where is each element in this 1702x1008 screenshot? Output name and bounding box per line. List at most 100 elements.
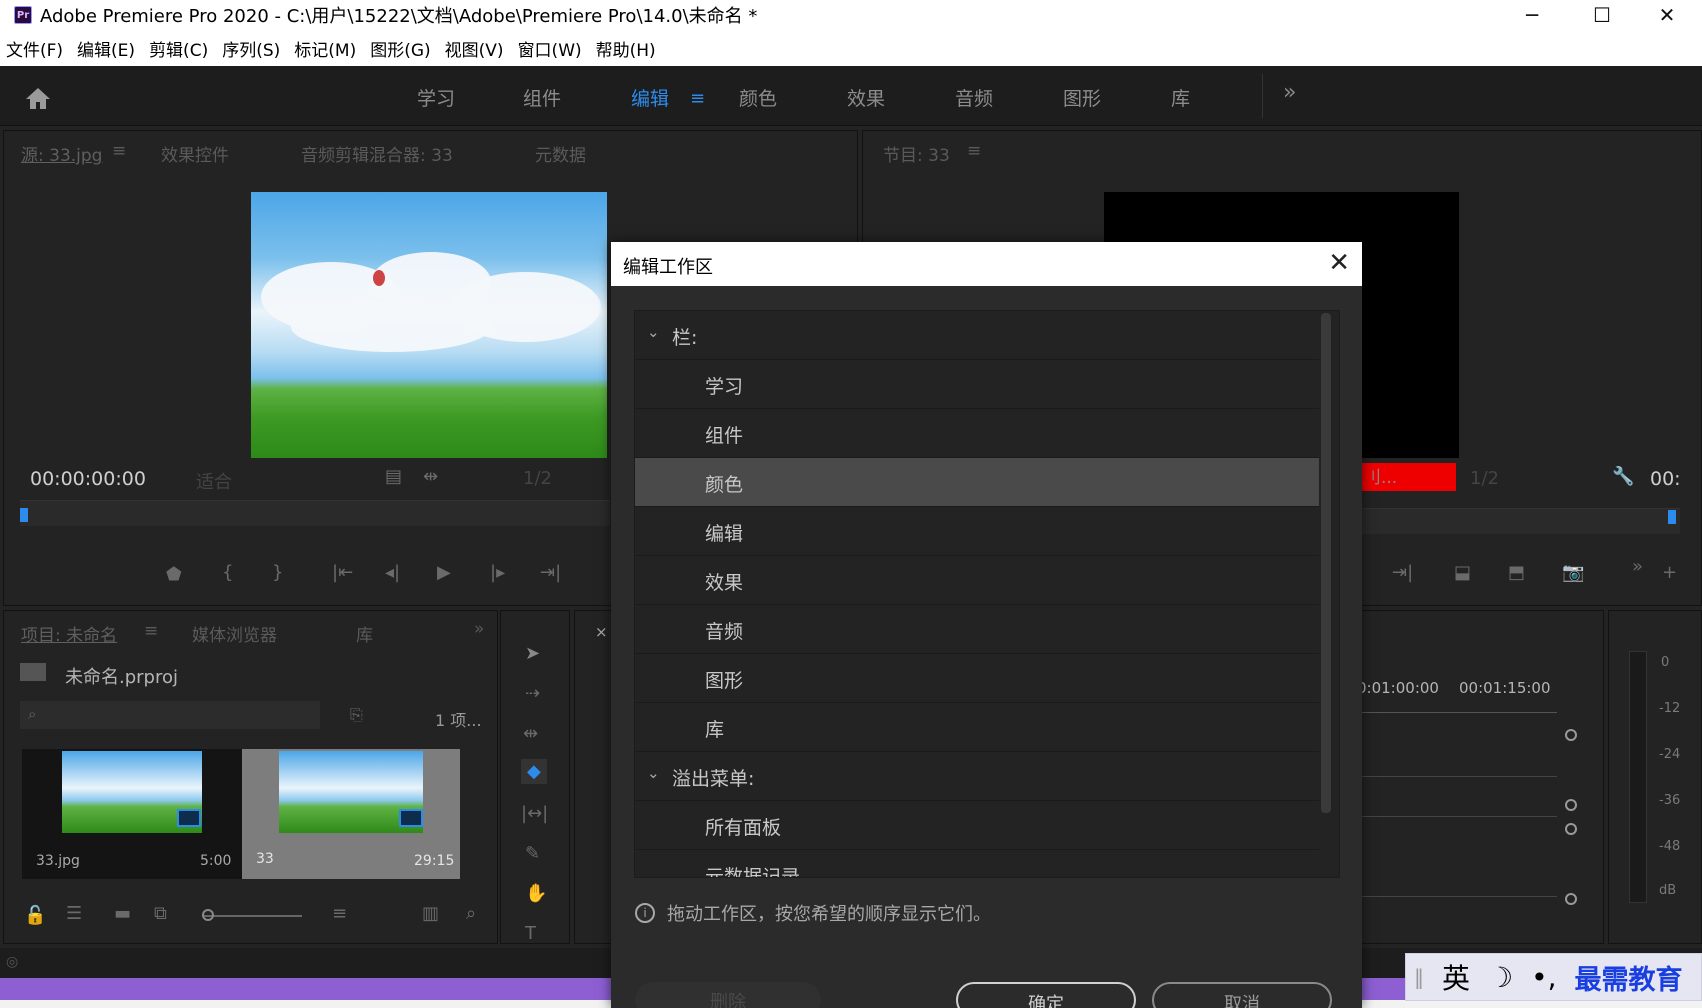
find-icon[interactable]: ⎘ [350, 705, 363, 725]
add-button-icon[interactable]: + [1662, 562, 1677, 583]
home-icon[interactable] [24, 86, 52, 110]
scroll-handle-icon[interactable] [1565, 729, 1577, 741]
source-resolution-dropdown[interactable]: 1/2 [523, 468, 552, 489]
slip-tool-icon[interactable]: |↔| [521, 803, 548, 824]
workspace-list-item[interactable]: 效果 [635, 556, 1319, 605]
menu-view[interactable]: 视图(V) [445, 36, 504, 61]
ime-language-toggle[interactable]: 英 [1442, 957, 1470, 997]
maximize-button[interactable]: ☐ [1567, 0, 1637, 30]
menu-help[interactable]: 帮助(H) [596, 36, 656, 61]
tab-media-browser[interactable]: 媒体浏览器 [192, 621, 277, 646]
tab-libraries[interactable]: 库 [356, 621, 373, 646]
project-item-card[interactable]: 33 29:15 [242, 749, 460, 879]
scroll-handle-icon[interactable] [1565, 799, 1577, 811]
ok-button[interactable]: 确定 [956, 982, 1136, 1008]
minimize-button[interactable]: ─ [1497, 0, 1567, 30]
go-to-out-icon[interactable]: ⇥| [540, 562, 561, 583]
workspace-tab-graphics[interactable]: 图形 [1063, 84, 1101, 111]
export-frame-icon[interactable]: 📷 [1562, 562, 1584, 583]
list-view-icon[interactable]: ☰ [66, 903, 82, 924]
find-panel-icon[interactable]: ⌕ [466, 903, 476, 924]
program-tab-menu-icon[interactable]: ≡ [967, 141, 981, 161]
source-playhead[interactable] [20, 508, 28, 522]
workspace-tab-color[interactable]: 颜色 [739, 84, 777, 111]
workspace-list-item-selected[interactable]: 颜色 [635, 458, 1319, 507]
tab-effect-controls[interactable]: 效果控件 [161, 141, 229, 166]
ime-handle-icon[interactable]: ‖ [1414, 965, 1424, 989]
play-icon[interactable]: ▶ [437, 562, 451, 583]
razor-tool-icon[interactable]: ◆ [521, 759, 547, 784]
section-header-overflow[interactable]: ⌄ 溢出菜单: [635, 752, 1319, 801]
go-to-in-icon[interactable]: |⇤ [332, 562, 353, 583]
pen-tool-icon[interactable]: ✎ [525, 843, 540, 864]
selection-tool-icon[interactable]: ➤ [525, 643, 540, 664]
program-more-icon[interactable]: » [1632, 556, 1643, 577]
zoom-slider[interactable] [202, 915, 302, 917]
tab-source[interactable]: 源: 33.jpg [21, 141, 102, 166]
menu-sequence[interactable]: 序列(S) [222, 36, 280, 61]
project-item-card[interactable]: 33.jpg 5:00 [22, 749, 242, 879]
type-tool-icon[interactable]: T [525, 923, 536, 944]
workspace-list-item[interactable]: 学习 [635, 360, 1319, 409]
workspace-list-item[interactable]: 图形 [635, 654, 1319, 703]
workspace-tab-learn[interactable]: 学习 [417, 84, 455, 111]
chevron-down-icon[interactable]: ⌄ [647, 323, 660, 341]
workspace-list-item[interactable]: 组件 [635, 409, 1319, 458]
workspace-list-item[interactable]: 元数据记录 [635, 850, 1319, 877]
timeline-ruler[interactable] [1357, 705, 1557, 713]
scroll-handle-icon[interactable] [1565, 823, 1577, 835]
step-forward-icon[interactable]: |▸ [490, 562, 505, 583]
tab-audio-clip-mixer[interactable]: 音频剪辑混合器: 33 [301, 141, 453, 166]
workspace-list-item[interactable]: 编辑 [635, 507, 1319, 556]
zoom-slider-handle[interactable] [202, 909, 214, 921]
source-tab-menu-icon[interactable]: ≡ [112, 141, 126, 161]
lock-icon[interactable]: 🔓 [24, 905, 46, 926]
menu-file[interactable]: 文件(F) [6, 36, 63, 61]
workspace-tab-audio[interactable]: 音频 [955, 84, 993, 111]
project-search-input[interactable] [20, 701, 320, 729]
insert-overwrite-icon[interactable]: ⇹ [423, 466, 438, 487]
menu-marker[interactable]: 标记(M) [294, 36, 356, 61]
ime-moon-icon[interactable]: ☽ [1488, 961, 1513, 994]
ripple-edit-icon[interactable]: ⇹ [523, 723, 538, 744]
tab-metadata[interactable]: 元数据 [535, 141, 586, 166]
workspace-tab-assembly[interactable]: 组件 [523, 84, 561, 111]
chevron-down-icon[interactable]: ⌄ [647, 764, 660, 782]
project-more-icon[interactable]: » [474, 619, 484, 639]
workspace-list-item[interactable]: 音频 [635, 605, 1319, 654]
add-marker-icon[interactable]: ⬟ [166, 564, 182, 585]
tab-program[interactable]: 节目: 33 [883, 141, 950, 166]
menu-window[interactable]: 窗口(W) [518, 36, 582, 61]
dialog-list-scrollbar[interactable] [1321, 313, 1331, 813]
workspace-tab-libraries[interactable]: 库 [1171, 84, 1190, 111]
track-select-icon[interactable]: ⇢ [525, 683, 540, 704]
freeform-view-icon[interactable]: ⧉ [154, 903, 167, 924]
program-playhead[interactable] [1668, 510, 1676, 524]
workspace-menu-icon[interactable]: ≡ [690, 88, 705, 109]
film-icon[interactable]: ▤ [385, 466, 402, 487]
hand-tool-icon[interactable]: ✋ [525, 883, 547, 904]
extract-icon[interactable]: ⬒ [1508, 562, 1525, 583]
sort-icon[interactable]: ≡ [332, 903, 347, 924]
project-tab-menu-icon[interactable]: ≡ [144, 621, 158, 641]
program-scrub-bar[interactable] [1360, 508, 1680, 534]
mark-in-icon[interactable]: { [222, 562, 233, 583]
icon-view-icon[interactable]: ▬ [114, 903, 131, 924]
menu-edit[interactable]: 编辑(E) [77, 36, 135, 61]
workspace-more-icon[interactable]: » [1283, 80, 1296, 105]
lift-icon[interactable]: ⬓ [1454, 562, 1471, 583]
cancel-button[interactable]: 取消 [1152, 982, 1332, 1008]
timeline-close-icon[interactable]: × [595, 623, 608, 641]
workspace-list-item[interactable]: 库 [635, 703, 1319, 752]
close-window-button[interactable]: ✕ [1632, 0, 1702, 30]
workspace-tab-effects[interactable]: 效果 [847, 84, 885, 111]
menu-graphics[interactable]: 图形(G) [370, 36, 430, 61]
automate-icon[interactable]: ▥ [422, 903, 439, 924]
section-header-bar[interactable]: ⌄ 栏: [635, 311, 1319, 360]
delete-button[interactable]: 删除 [635, 982, 821, 1008]
dialog-close-icon[interactable]: ✕ [1328, 248, 1350, 278]
menu-clip[interactable]: 剪辑(C) [149, 36, 208, 61]
go-to-out-icon-program[interactable]: ⇥| [1392, 562, 1413, 583]
scroll-handle-icon[interactable] [1565, 893, 1577, 905]
source-fit-dropdown[interactable]: 适合 [196, 468, 232, 494]
